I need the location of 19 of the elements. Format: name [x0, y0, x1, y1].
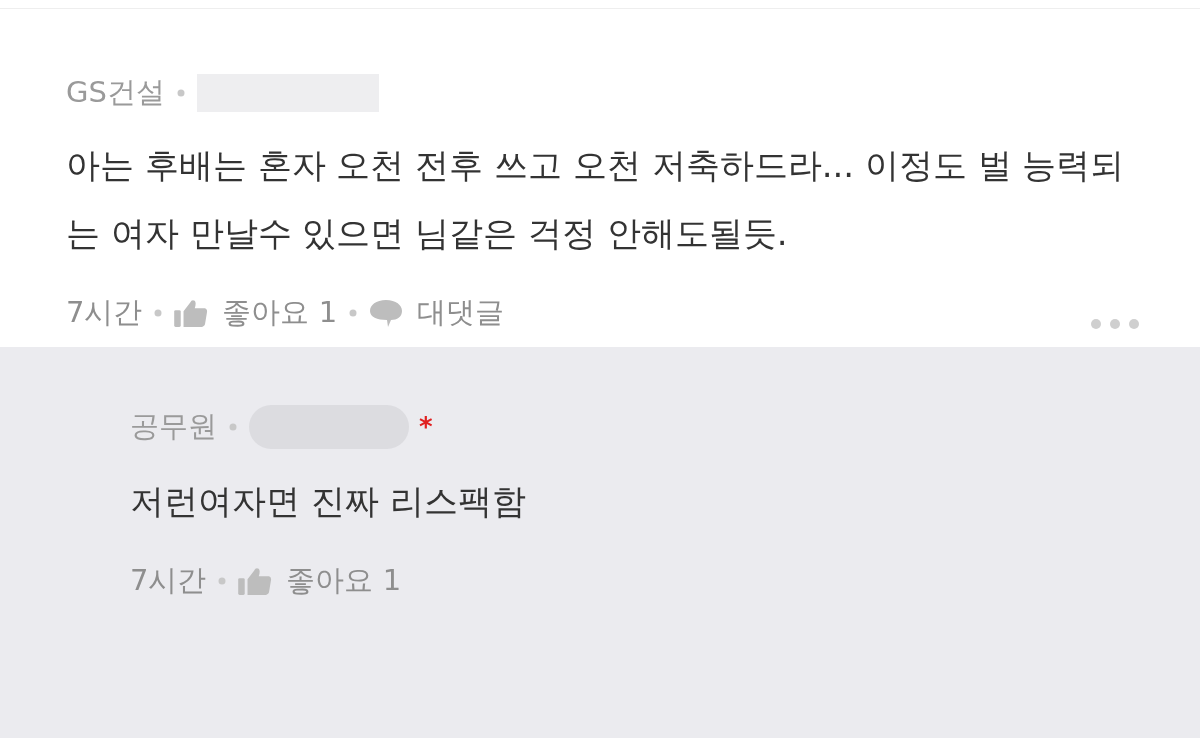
- separator-dot: [229, 423, 237, 431]
- comment-text: 아는 후배는 혼자 오천 전후 쓰고 오천 저축하드라... 이정도 벌 능력되는 여자 만날수 있으면 님같은 걱정 안해도될듯.: [66, 144, 1126, 255]
- separator-dot: [154, 309, 163, 317]
- comment-text: 저런여자면 진짜 리스팩함: [130, 480, 527, 523]
- author-name: 공무원: [130, 408, 217, 445]
- author-marker: *: [419, 412, 433, 442]
- reply-button[interactable]: 대댓글: [369, 293, 505, 333]
- timestamp: 7시간: [66, 294, 143, 331]
- author-name: GS건설: [66, 74, 165, 111]
- timestamp: 7시간: [130, 562, 207, 599]
- separator-dot: [176, 89, 185, 97]
- thumbs-up-icon: [238, 567, 273, 595]
- more-icon[interactable]: [1090, 318, 1140, 330]
- thumbs-up-icon: [174, 299, 209, 327]
- separator-dot: [349, 309, 358, 317]
- like-button[interactable]: 좋아요 1: [174, 293, 338, 333]
- like-button[interactable]: 좋아요 1: [238, 561, 402, 601]
- separator-dot: [218, 577, 227, 585]
- speech-bubble-icon: [369, 298, 404, 328]
